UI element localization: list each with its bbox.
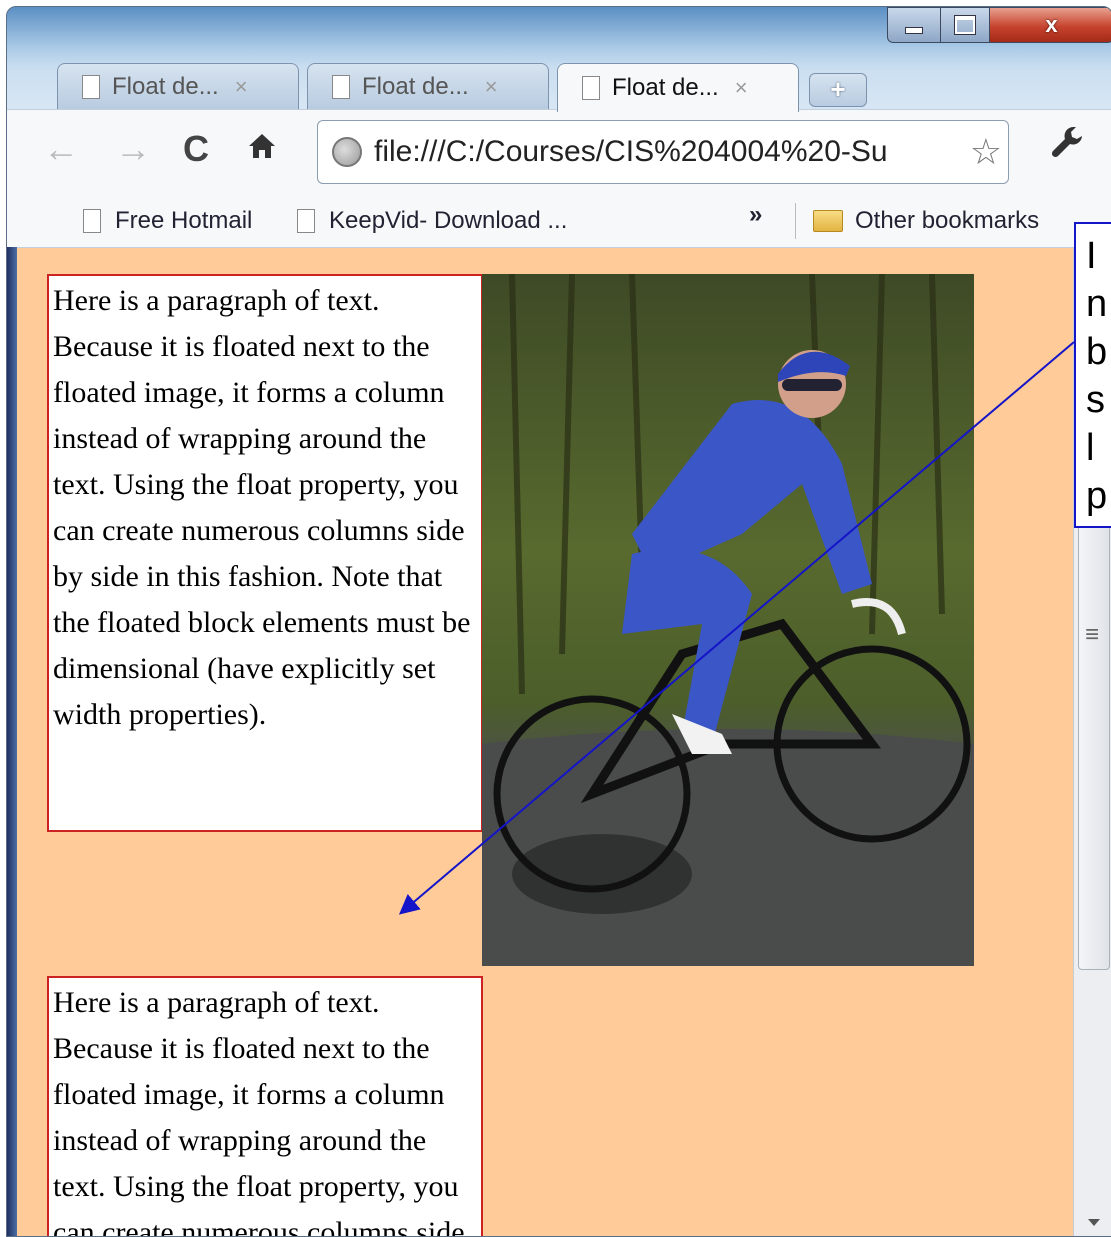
page-icon — [297, 209, 315, 233]
callout-line-3: b — [1086, 331, 1108, 373]
bookmark-label: Free Hotmail — [115, 207, 253, 234]
minimize-button[interactable] — [887, 7, 941, 43]
tab-2[interactable]: Float de... × — [307, 63, 549, 110]
callout-line-1: I — [1086, 235, 1097, 277]
tab-close-icon[interactable]: × — [235, 74, 248, 100]
home-icon[interactable] — [247, 128, 277, 170]
tab-1[interactable]: Float de... × — [57, 63, 299, 110]
bookmarks-overflow-icon[interactable]: » — [749, 201, 762, 229]
page-icon — [82, 75, 100, 99]
callout-line-4: s — [1086, 379, 1105, 421]
tab-label: Float de... — [112, 73, 219, 100]
scrollbar-grip-icon: ≡ — [1085, 621, 1100, 648]
minimize-icon — [905, 26, 923, 34]
callout-line-5: l — [1086, 427, 1095, 469]
floated-paragraph-1: Here is a paragraph of text. Because it … — [47, 274, 483, 832]
window-frame-left — [7, 247, 17, 1236]
back-arrow-icon[interactable]: ← — [43, 128, 79, 170]
new-tab-button[interactable]: + — [809, 73, 867, 107]
forward-arrow-icon[interactable]: → — [115, 128, 151, 170]
page-icon — [582, 76, 600, 100]
toolbar: ← → C file:///C:/Courses/CIS%204004%20-S… — [7, 109, 1111, 198]
callout-line-6: p — [1086, 475, 1108, 517]
floated-paragraph-2: Here is a paragraph of text. Because it … — [47, 976, 483, 1236]
cyclist-photo — [482, 274, 974, 966]
page-viewport: Here is a paragraph of text. Because it … — [17, 248, 1073, 1236]
maximize-button[interactable] — [940, 7, 990, 43]
page-icon — [83, 209, 101, 233]
reload-icon[interactable]: C — [183, 128, 209, 170]
bookmark-keepvid[interactable]: KeepVid- Download ... — [297, 207, 567, 235]
globe-icon — [332, 137, 362, 167]
close-window-button[interactable]: x — [989, 7, 1111, 43]
folder-icon — [813, 210, 843, 232]
bookmark-star-icon[interactable]: ☆ — [965, 131, 1002, 173]
maximize-icon — [955, 16, 975, 34]
tab-label: Float de... — [612, 74, 719, 101]
tab-close-icon[interactable]: × — [485, 74, 498, 100]
callout-line-2: n — [1086, 283, 1108, 325]
tab-close-icon[interactable]: × — [735, 75, 748, 101]
wrench-icon[interactable] — [1049, 124, 1085, 170]
tab-3-active[interactable]: Float de... × — [557, 63, 799, 112]
page-icon — [332, 75, 350, 99]
url-text: file:///C:/Courses/CIS%204004%20-Su — [374, 135, 888, 168]
tab-label: Float de... — [362, 73, 469, 100]
bookmarks-separator — [795, 203, 796, 239]
scroll-down-arrow-icon[interactable] — [1088, 1219, 1100, 1226]
tab-strip: Float de... × Float de... × Float de... … — [57, 63, 1057, 112]
annotation-callout: I n b s l p — [1074, 222, 1111, 528]
close-icon: x — [1045, 12, 1058, 37]
bookmark-label: Other bookmarks — [855, 207, 1040, 234]
bookmarks-bar: Free Hotmail KeepVid- Download ... » Oth… — [7, 197, 1111, 248]
other-bookmarks[interactable]: Other bookmarks — [813, 207, 1039, 235]
bookmark-free-hotmail[interactable]: Free Hotmail — [83, 207, 252, 235]
browser-window: x Float de... × Float de... × Float de..… — [6, 6, 1111, 1237]
bookmark-label: KeepVid- Download ... — [329, 207, 568, 234]
address-bar[interactable]: file:///C:/Courses/CIS%204004%20-Su ☆ — [317, 120, 1009, 184]
